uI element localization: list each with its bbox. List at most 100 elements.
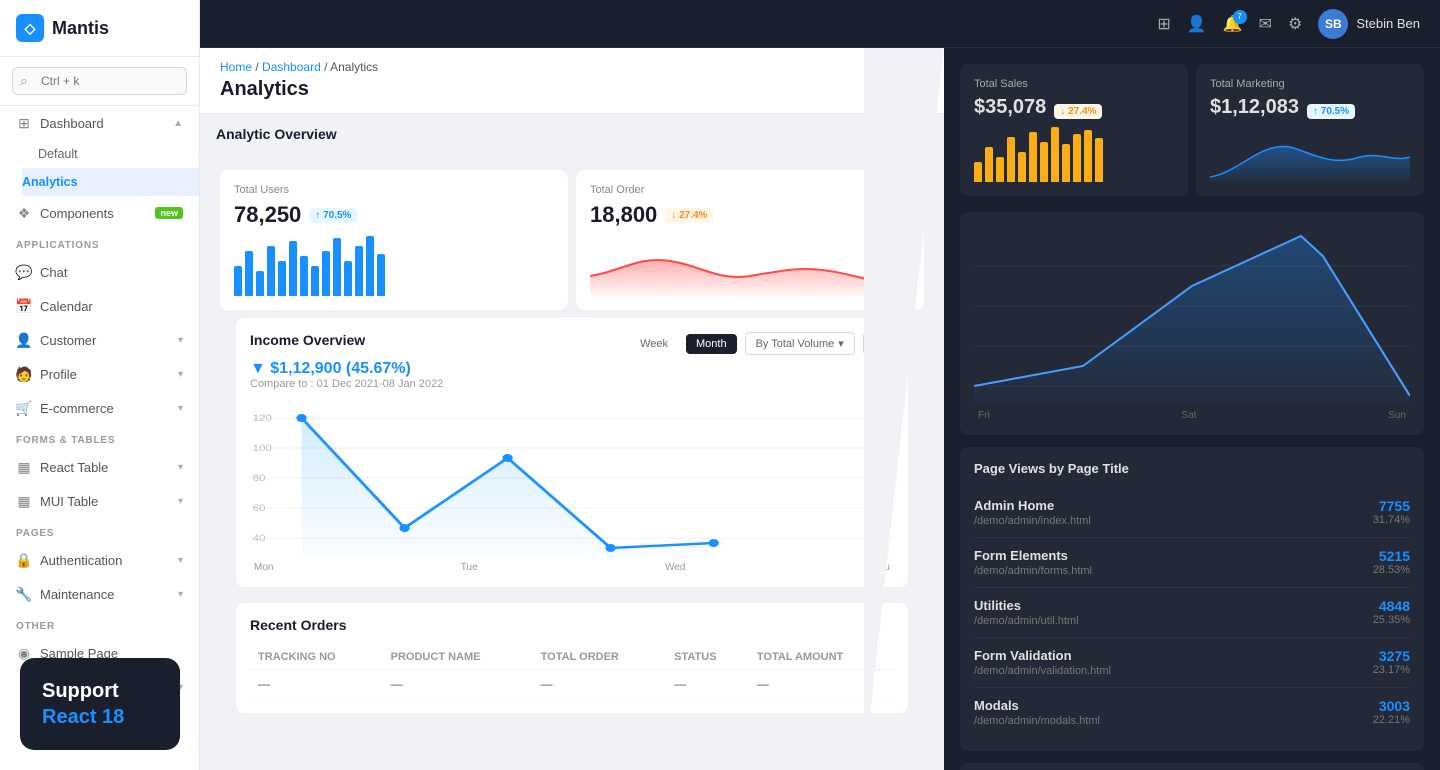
breadcrumb-dashboard[interactable]: Dashboard: [262, 60, 321, 74]
income-amount: ▼ $1,12,900 (45.67%): [250, 360, 411, 378]
pv-label-2: Utilities: [974, 598, 1079, 613]
orders-table: TRACKING NO PRODUCT NAME TOTAL ORDER STA…: [250, 645, 894, 699]
svg-text:120: 120: [253, 414, 273, 424]
sidebar: ◇ Mantis ⊞ Dashboard ▲ Default Analytics…: [0, 0, 200, 770]
auth-icon: 🔒: [16, 552, 32, 568]
notification-icon[interactable]: 🔔 7: [1223, 14, 1243, 34]
pv-url-4: /demo/admin/modals.html: [974, 715, 1100, 727]
sidebar-item-chat[interactable]: 💬 Chat: [0, 255, 199, 289]
sidebar-item-calendar[interactable]: 📅 Calendar: [0, 289, 199, 323]
profile-icon: 🧑: [16, 366, 32, 382]
income-line-chart: 120 100 80 60 40: [250, 398, 894, 558]
sales-chart: [974, 127, 1174, 182]
col-status: STATUS: [666, 645, 749, 670]
forms-tables-label: Forms & Tables: [0, 425, 199, 450]
analytics-cards: Total Users 78,250 ↑ 70.5%: [200, 154, 944, 318]
sidebar-item-maintenance[interactable]: 🔧 Maintenance ▾: [0, 577, 199, 611]
btn-month[interactable]: Month: [686, 334, 737, 354]
user-profile[interactable]: SB Stebin Ben: [1318, 9, 1420, 39]
pv-pct-4: 22.21%: [1373, 714, 1410, 726]
pv-value-2: 4848: [1373, 598, 1410, 614]
sales-badge: ↓ 27.4%: [1054, 104, 1102, 119]
page-views-section: Page Views by Page Title Admin Home /dem…: [960, 447, 1424, 751]
col-tracking: TRACKING NO: [250, 645, 383, 670]
pv-row-0: Admin Home /demo/admin/index.html 7755 3…: [974, 488, 1410, 538]
sidebar-item-authentication[interactable]: 🔒 Authentication ▾: [0, 543, 199, 577]
btn-volume[interactable]: By Total Volume ▾: [745, 332, 855, 355]
sidebar-item-analytics[interactable]: Analytics: [22, 168, 199, 196]
chevron-down-icon: ▾: [178, 335, 183, 346]
income-compare: Compare to : 01 Dec 2021-08 Jan 2022: [250, 378, 443, 390]
pv-pct-2: 25.35%: [1373, 614, 1410, 626]
orders-label: Total Order: [590, 184, 910, 196]
users-chart: [234, 236, 554, 296]
orders-value: 18,800: [590, 202, 657, 228]
settings-icon[interactable]: ⚙: [1288, 14, 1302, 34]
table-row: — — — — —: [250, 670, 894, 699]
pages-label: Pages: [0, 518, 199, 543]
sidebar-item-react-table[interactable]: ▦ React Table ▾: [0, 450, 199, 484]
pv-label-3: Form Validation: [974, 648, 1111, 663]
dropdown-icon: ▾: [838, 337, 844, 350]
recent-orders-section: Recent Orders TRACKING NO PRODUCT NAME T…: [236, 603, 908, 713]
grid-icon[interactable]: ⊞: [1157, 14, 1170, 34]
recent-orders-title: Recent Orders: [250, 617, 894, 633]
pv-value-1: 5215: [1373, 548, 1410, 564]
chevron-down-icon3: ▾: [178, 403, 183, 414]
support-line1: Support: [42, 678, 158, 704]
col-total-order: TOTAL ORDER: [533, 645, 667, 670]
btn-download[interactable]: ⬇: [863, 332, 894, 355]
sidebar-item-profile[interactable]: 🧑 Profile ▾: [0, 357, 199, 391]
chevron-down-icon6: ▾: [178, 555, 183, 566]
avatar: SB: [1318, 9, 1348, 39]
btn-week[interactable]: Week: [630, 334, 678, 354]
breadcrumb: Home / Dashboard / Analytics: [220, 60, 924, 74]
stat-card-users: Total Users 78,250 ↑ 70.5%: [220, 170, 568, 310]
pv-value-3: 3275: [1373, 648, 1410, 664]
sidebar-item-customer[interactable]: 👤 Customer ▾: [0, 323, 199, 357]
orders-chart: [590, 236, 910, 296]
chat-icon: 💬: [16, 264, 32, 280]
mail-icon[interactable]: ✉: [1259, 14, 1272, 34]
topbar: ⊞ 👤 🔔 7 ✉ ⚙ SB Stebin Ben: [200, 0, 1440, 48]
search-bar: [0, 57, 199, 106]
pv-row-2: Utilities /demo/admin/util.html 4848 25.…: [974, 588, 1410, 638]
pv-row-1: Form Elements /demo/admin/forms.html 521…: [974, 538, 1410, 588]
components-label: Components: [40, 206, 114, 221]
sidebar-item-components[interactable]: ❖ Components new: [0, 196, 199, 230]
pv-url-2: /demo/admin/util.html: [974, 615, 1079, 627]
profile-icon-topbar[interactable]: 👤: [1187, 14, 1207, 34]
income-section: Income Overview ▼ $1,12,900 (45.67%) Com…: [236, 318, 908, 587]
pv-url-0: /demo/admin/index.html: [974, 515, 1091, 527]
support-popup[interactable]: Support React 18: [20, 658, 180, 750]
customer-icon: 👤: [16, 332, 32, 348]
dark-card-sales: Total Sales $35,078 ↓ 27.4%: [960, 64, 1188, 196]
chevron-down-icon4: ▾: [178, 462, 183, 473]
pv-value-4: 3003: [1373, 698, 1410, 714]
sidebar-item-ecommerce[interactable]: 🛒 E-commerce ▾: [0, 391, 199, 425]
search-input[interactable]: [12, 67, 187, 95]
breadcrumb-home[interactable]: Home: [220, 60, 252, 74]
sales-label: Total Sales: [974, 78, 1174, 90]
ecommerce-icon: 🛒: [16, 400, 32, 416]
page-title: Analytics: [220, 78, 924, 101]
pv-url-3: /demo/admin/validation.html: [974, 665, 1111, 677]
other-label: Other: [0, 611, 199, 636]
sidebar-item-mui-table[interactable]: ▦ MUI Table ▾: [0, 484, 199, 518]
orders-badge: ↓ 27.4%: [665, 208, 713, 223]
users-badge: ↑ 70.5%: [309, 208, 357, 223]
sidebar-item-default[interactable]: Default: [38, 140, 199, 168]
search-wrap: [12, 67, 187, 95]
col-amount: TOTAL AMOUNT: [749, 645, 894, 670]
support-line2: React 18: [42, 704, 158, 730]
page-header: Home / Dashboard / Analytics Analytics: [200, 48, 944, 114]
dashboard-sub-items: Default Analytics: [0, 140, 199, 196]
applications-label: Applications: [0, 230, 199, 255]
mui-table-icon: ▦: [16, 493, 32, 509]
sidebar-item-dashboard[interactable]: ⊞ Dashboard ▲: [0, 106, 199, 140]
chart-days-light: Mon Tue Wed Thu: [250, 562, 894, 573]
dashboard-icon: ⊞: [16, 115, 32, 131]
dark-panel: Total Sales $35,078 ↓ 27.4%: [944, 48, 1440, 770]
pv-value-0: 7755: [1373, 498, 1410, 514]
light-panel: Home / Dashboard / Analytics Analytics A…: [200, 48, 944, 770]
